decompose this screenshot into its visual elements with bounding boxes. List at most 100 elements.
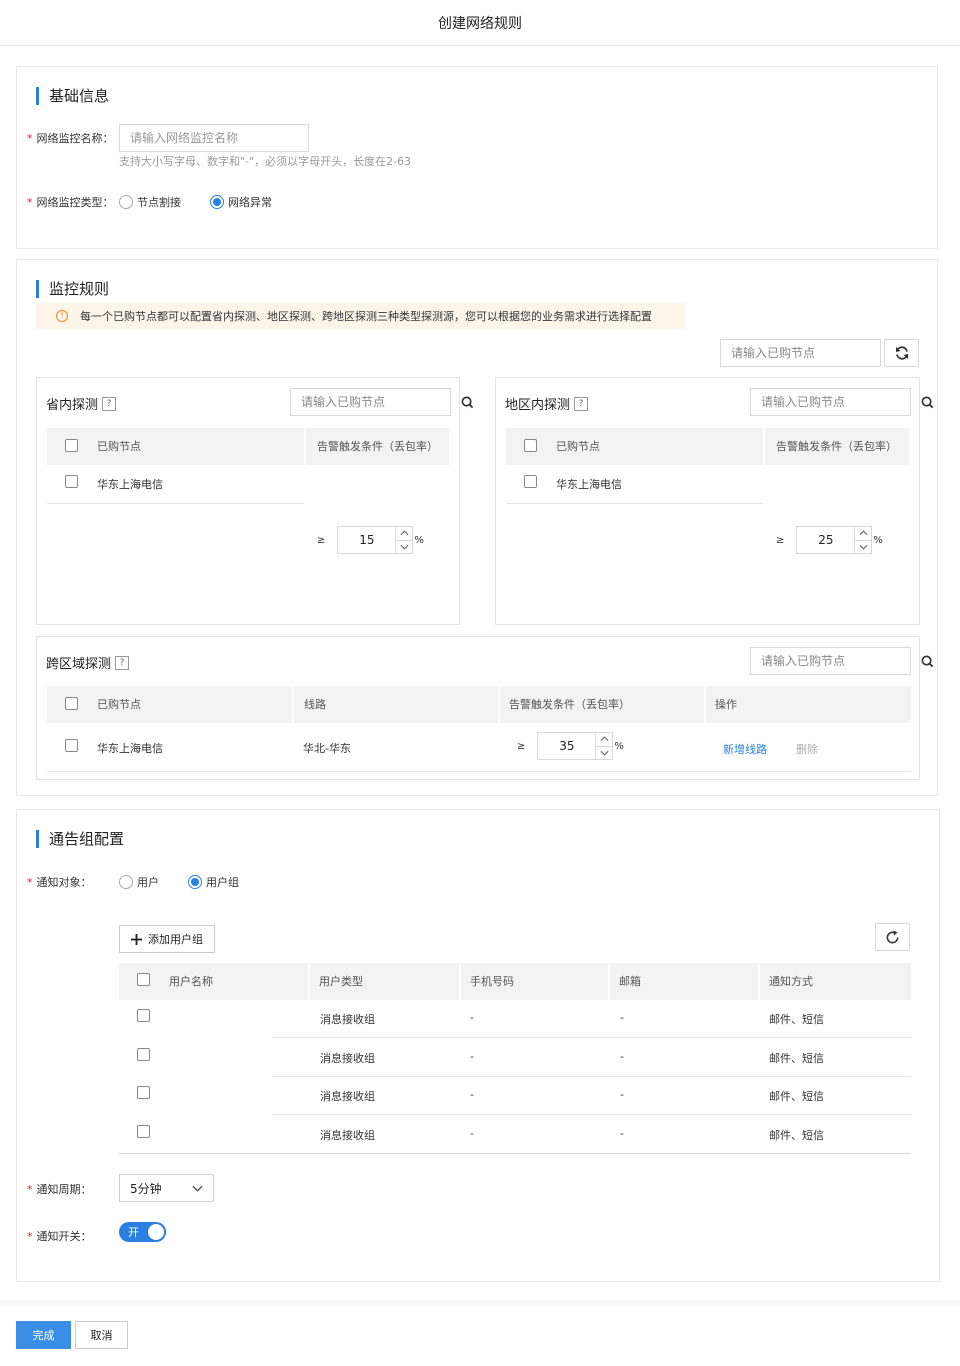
row-checkbox[interactable] [137, 1009, 150, 1022]
row-checkbox[interactable] [65, 739, 78, 752]
search-icon[interactable] [461, 389, 474, 415]
select-all-checkbox[interactable] [137, 973, 150, 986]
threshold-value[interactable]: 35 [537, 732, 596, 760]
column-header-action: 操作 [715, 698, 737, 711]
row-checkbox[interactable] [524, 475, 537, 488]
column-header-condition: 告警触发条件（丢包率） [509, 698, 630, 711]
increment-icon[interactable] [596, 733, 612, 746]
monitor-rule-panel: 监控规则 ! 每一个已购节点都可以配置省内探测、地区探测、跨地区探测三种类型探测… [16, 259, 938, 796]
user-email: - [620, 1127, 624, 1140]
row-checkbox[interactable] [137, 1086, 150, 1099]
notify-method: 邮件、短信 [769, 1013, 824, 1026]
info-notice: ! 每一个已购节点都可以配置省内探测、地区探测、跨地区探测三种类型探测源，您可以… [36, 303, 685, 329]
add-user-group-button[interactable]: 添加用户组 [119, 925, 215, 953]
radio-circle-selected[interactable] [188, 875, 202, 889]
notify-method: 邮件、短信 [769, 1129, 824, 1142]
select-all-checkbox[interactable] [65, 697, 78, 710]
column-header-node: 已购节点 [97, 698, 141, 711]
increment-icon[interactable] [855, 527, 871, 540]
search-icon[interactable] [921, 648, 934, 674]
notify-period-select[interactable]: 5分钟 [119, 1174, 214, 1202]
column-header-condition: 告警触发条件（丢包率） [776, 440, 897, 453]
decrement-icon[interactable] [596, 745, 613, 760]
column-header-email: 邮箱 [619, 975, 641, 988]
user-type: 消息接收组 [320, 1013, 375, 1026]
notify-target-radio-user[interactable]: 用户 [119, 874, 159, 890]
increment-icon[interactable] [396, 527, 412, 540]
search-icon[interactable] [921, 389, 934, 415]
chevron-down-icon [192, 1185, 203, 1192]
column-header-notify-method: 通知方式 [769, 975, 813, 988]
cancel-button[interactable]: 取消 [75, 1321, 128, 1349]
radio-circle[interactable] [119, 195, 133, 209]
monitor-name-label: * 网络监控名称： [27, 132, 114, 145]
province-node-search-input[interactable] [291, 389, 461, 415]
cross-threshold-stepper: ≥ 35 % [517, 732, 624, 760]
notify-group-panel: 通告组配置 * 通知对象： 用户 用户组 添加用户组 用户名称 用户类型 手机号码… [16, 809, 940, 1282]
monitor-name-input[interactable] [119, 124, 309, 152]
page-title: 创建网络规则 [438, 15, 522, 32]
row-checkbox[interactable] [137, 1125, 150, 1138]
page-header: 创建网络规则 [0, 0, 960, 46]
user-email: - [620, 1011, 624, 1024]
user-type: 消息接收组 [320, 1129, 375, 1142]
cross-region-probe-box: 跨区域探测? 已购节点 线路 告警触发条件（丢包率） 操作 华东上海电信 华北-… [36, 636, 934, 780]
column-header-line: 线路 [304, 698, 326, 711]
decrement-icon[interactable] [855, 539, 872, 554]
user-email: - [620, 1088, 624, 1101]
help-icon[interactable]: ? [574, 396, 589, 411]
decrement-icon[interactable] [396, 539, 413, 554]
confirm-button[interactable]: 完成 [16, 1321, 71, 1349]
monitor-type-radio-anomaly[interactable]: 网络异常 [210, 194, 272, 210]
refresh-button[interactable] [884, 339, 919, 367]
warning-icon: ! [56, 310, 68, 322]
monitor-type-radio-cutover[interactable]: 节点割接 [119, 194, 181, 210]
refresh-icon [895, 346, 908, 360]
threshold-value[interactable]: 15 [337, 526, 396, 554]
radio-circle[interactable] [119, 875, 133, 889]
notify-period-label: * 通知周期： [27, 1183, 92, 1196]
column-header-phone: 手机号码 [470, 975, 514, 988]
help-icon[interactable]: ? [115, 655, 130, 670]
row-checkbox[interactable] [65, 475, 78, 488]
cross-table-header: 已购节点 线路 告警触发条件（丢包率） 操作 [47, 686, 911, 723]
user-type: 消息接收组 [320, 1090, 375, 1103]
radio-circle-selected[interactable] [210, 195, 224, 209]
region-table-header: 已购节点 告警触发条件（丢包率） [506, 428, 909, 465]
region-node-search-input[interactable] [751, 389, 921, 415]
plus-icon [131, 933, 142, 945]
select-all-checkbox[interactable] [524, 439, 537, 452]
select-all-checkbox[interactable] [65, 439, 78, 452]
cross-region-probe-title: 跨区域探测? [46, 653, 130, 672]
column-header-node: 已购节点 [556, 440, 600, 453]
add-line-link[interactable]: 新增线路 [723, 741, 767, 757]
global-node-search-input[interactable] [721, 340, 891, 366]
column-header-user-type: 用户类型 [319, 975, 363, 988]
monitor-rule-title: 监控规则 [36, 280, 109, 298]
row-checkbox[interactable] [137, 1048, 150, 1061]
global-node-search [720, 339, 904, 367]
province-node-search [290, 388, 474, 416]
region-node-search [750, 388, 934, 416]
monitor-type-label: * 网络监控类型： [27, 196, 114, 209]
user-type: 消息接收组 [320, 1052, 375, 1065]
basic-info-title: 基础信息 [36, 87, 109, 105]
cross-node-search [750, 647, 934, 675]
region-probe-title: 地区内探测? [505, 394, 589, 413]
reload-button[interactable] [875, 923, 910, 951]
notify-switch-toggle[interactable]: 开 [119, 1222, 166, 1242]
delete-link[interactable]: 删除 [796, 741, 818, 757]
user-phone: - [470, 1127, 474, 1140]
notify-group-title: 通告组配置 [36, 830, 124, 848]
column-header-user-name: 用户名称 [169, 975, 213, 988]
region-threshold-stepper: ≥ 25 % [776, 526, 883, 554]
node-name: 华东上海电信 [97, 742, 163, 755]
cross-node-search-input[interactable] [751, 648, 921, 674]
node-name: 华东上海电信 [97, 478, 163, 491]
help-icon[interactable]: ? [102, 396, 117, 411]
threshold-value[interactable]: 25 [796, 526, 855, 554]
notify-target-radio-group[interactable]: 用户组 [188, 874, 239, 890]
user-phone: - [470, 1011, 474, 1024]
toggle-knob [148, 1224, 164, 1240]
region-probe-box: 地区内探测? 已购节点 告警触发条件（丢包率） 华东上海电信 ≥ 25 % [495, 377, 934, 625]
